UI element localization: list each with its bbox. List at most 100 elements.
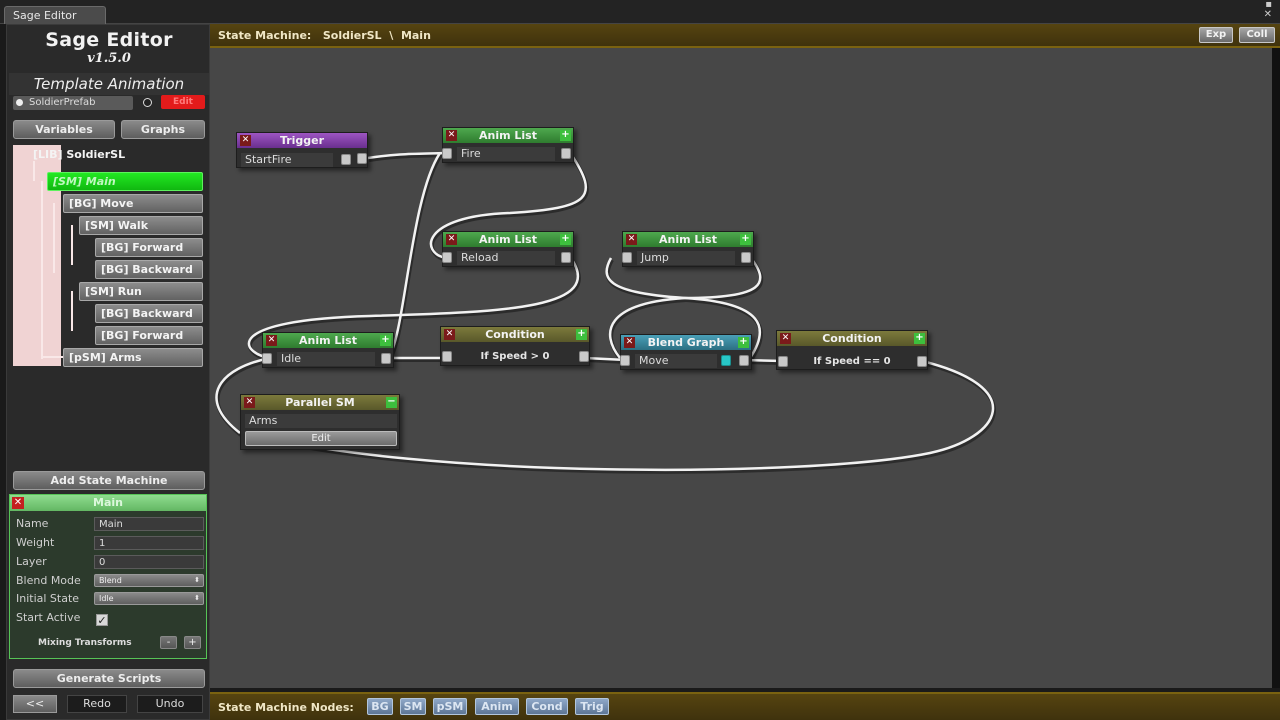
weight-field[interactable]: 1: [94, 536, 204, 550]
input-port[interactable]: [620, 355, 630, 366]
mixing-add-button[interactable]: +: [184, 636, 201, 649]
input-port[interactable]: [442, 252, 452, 263]
tree-item-main[interactable]: [SM] Main: [47, 172, 203, 191]
tree-item-run[interactable]: [SM] Run: [79, 282, 203, 301]
scrollbar[interactable]: [1272, 48, 1280, 688]
output-port[interactable]: [741, 252, 751, 263]
anim-list-field[interactable]: Jump: [637, 251, 735, 265]
parallel-sm-field[interactable]: Arms: [245, 414, 397, 428]
output-port[interactable]: [917, 356, 927, 367]
add-icon[interactable]: +: [380, 335, 391, 346]
add-icon[interactable]: +: [576, 329, 587, 340]
add-anim-node-button[interactable]: Anim: [475, 698, 519, 715]
add-psm-node-button[interactable]: pSM: [433, 698, 467, 715]
graph-canvas[interactable]: Trigger ✕ StartFire Anim List ✕ + Fire A…: [210, 48, 1272, 688]
blend-graph-node[interactable]: Blend Graph ✕ + Move: [620, 334, 752, 370]
tree-item-run-backward[interactable]: [BG] Backward: [95, 304, 203, 323]
start-active-label: Start Active: [16, 611, 81, 624]
parallel-sm-node[interactable]: Parallel SM ✕ − Arms Edit: [240, 394, 400, 450]
close-icon[interactable]: ✕: [12, 497, 24, 509]
add-bg-node-button[interactable]: BG: [367, 698, 393, 715]
expand-button[interactable]: Exp: [1199, 27, 1233, 43]
tree-item-arms[interactable]: [pSM] Arms: [63, 348, 203, 367]
object-picker-icon[interactable]: [143, 98, 152, 107]
blend-graph-field[interactable]: Move: [635, 354, 717, 368]
input-port[interactable]: [622, 252, 632, 263]
breadcrumb-machine[interactable]: SoldierSL: [323, 29, 382, 42]
state-machine-tree: [LIB] SoldierSL [SM] Main [BG] Move [SM]…: [13, 145, 205, 367]
tree-item-move[interactable]: [BG] Move: [63, 194, 203, 213]
delete-node-icon[interactable]: ✕: [266, 335, 277, 346]
window-controls[interactable]: ▪ ✕: [1264, 0, 1272, 20]
anim-list-field[interactable]: Idle: [277, 352, 375, 366]
start-active-checkbox[interactable]: ✓: [96, 614, 108, 626]
output-port[interactable]: [381, 353, 391, 364]
initial-state-select[interactable]: Idle ⬍: [94, 592, 204, 605]
condition-node-speed-eq-0[interactable]: Condition ✕ + If Speed == 0: [776, 330, 928, 370]
condition-title: Condition: [777, 331, 927, 346]
edit-button[interactable]: Edit: [161, 95, 205, 109]
add-icon[interactable]: +: [914, 333, 925, 344]
tab-graphs[interactable]: Graphs: [121, 120, 205, 139]
trigger-name-field[interactable]: StartFire: [241, 153, 333, 167]
input-port[interactable]: [442, 148, 452, 159]
collapse-panel-button[interactable]: <<: [13, 695, 57, 713]
tree-item-walk[interactable]: [SM] Walk: [79, 216, 203, 235]
anim-list-node-fire[interactable]: Anim List ✕ + Fire: [442, 127, 574, 163]
delete-node-icon[interactable]: ✕: [244, 397, 255, 408]
chevron-down-icon: ⬍: [194, 594, 200, 602]
prefab-field[interactable]: SoldierPrefab: [13, 96, 133, 110]
parallel-sm-edit-button[interactable]: Edit: [245, 431, 397, 446]
add-icon[interactable]: +: [738, 337, 749, 348]
add-sm-node-button[interactable]: SM: [400, 698, 426, 715]
output-port[interactable]: [739, 355, 749, 366]
redo-button[interactable]: Redo: [67, 695, 127, 713]
layer-field[interactable]: 0: [94, 555, 204, 569]
collapse-button[interactable]: Coll: [1239, 27, 1275, 43]
delete-node-icon[interactable]: ✕: [446, 234, 457, 245]
close-icon[interactable]: ✕: [1264, 10, 1272, 20]
output-port[interactable]: [579, 351, 589, 362]
anim-list-field[interactable]: Fire: [457, 147, 555, 161]
tree-item-run-forward[interactable]: [BG] Forward: [95, 326, 203, 345]
collapse-icon[interactable]: −: [386, 397, 397, 408]
add-trig-node-button[interactable]: Trig: [575, 698, 609, 715]
breadcrumb-current[interactable]: Main: [401, 29, 431, 42]
add-icon[interactable]: +: [740, 234, 751, 245]
add-icon[interactable]: +: [560, 130, 571, 141]
delete-node-icon[interactable]: ✕: [446, 130, 457, 141]
output-port[interactable]: [357, 153, 367, 164]
add-state-machine-button[interactable]: Add State Machine: [13, 471, 205, 490]
name-field[interactable]: Main: [94, 517, 204, 531]
mixing-remove-button[interactable]: -: [160, 636, 177, 649]
output-port[interactable]: [561, 148, 571, 159]
delete-node-icon[interactable]: ✕: [780, 333, 791, 344]
anim-list-node-reload[interactable]: Anim List ✕ + Reload: [442, 231, 574, 267]
add-icon[interactable]: +: [560, 234, 571, 245]
delete-node-icon[interactable]: ✕: [626, 234, 637, 245]
tree-root[interactable]: [LIB] SoldierSL: [33, 148, 125, 161]
output-port[interactable]: [561, 252, 571, 263]
anim-list-title: Anim List: [263, 333, 393, 348]
tree-item-walk-backward[interactable]: [BG] Backward: [95, 260, 203, 279]
window-tab[interactable]: Sage Editor: [4, 6, 106, 24]
generate-scripts-button[interactable]: Generate Scripts: [13, 669, 205, 688]
app-version: v1.5.0: [87, 51, 131, 66]
delete-node-icon[interactable]: ✕: [624, 337, 635, 348]
delete-node-icon[interactable]: ✕: [444, 329, 455, 340]
tree-item-walk-forward[interactable]: [BG] Forward: [95, 238, 203, 257]
anim-list-node-jump[interactable]: Anim List ✕ + Jump: [622, 231, 754, 267]
tab-variables[interactable]: Variables: [13, 120, 115, 139]
condition-node-speed-gt-0[interactable]: Condition ✕ + If Speed > 0: [440, 326, 590, 366]
delete-node-icon[interactable]: ✕: [240, 135, 251, 146]
input-port[interactable]: [262, 353, 272, 364]
mixing-transforms-label: Mixing Transforms: [38, 638, 132, 648]
trigger-port[interactable]: [341, 154, 351, 165]
anim-list-field[interactable]: Reload: [457, 251, 555, 265]
blend-mode-select[interactable]: Blend ⬍: [94, 574, 204, 587]
blend-port[interactable]: [721, 355, 731, 366]
anim-list-node-idle[interactable]: Anim List ✕ + Idle: [262, 332, 394, 368]
add-cond-node-button[interactable]: Cond: [526, 698, 568, 715]
undo-button[interactable]: Undo: [137, 695, 203, 713]
trigger-node[interactable]: Trigger ✕ StartFire: [236, 132, 368, 168]
